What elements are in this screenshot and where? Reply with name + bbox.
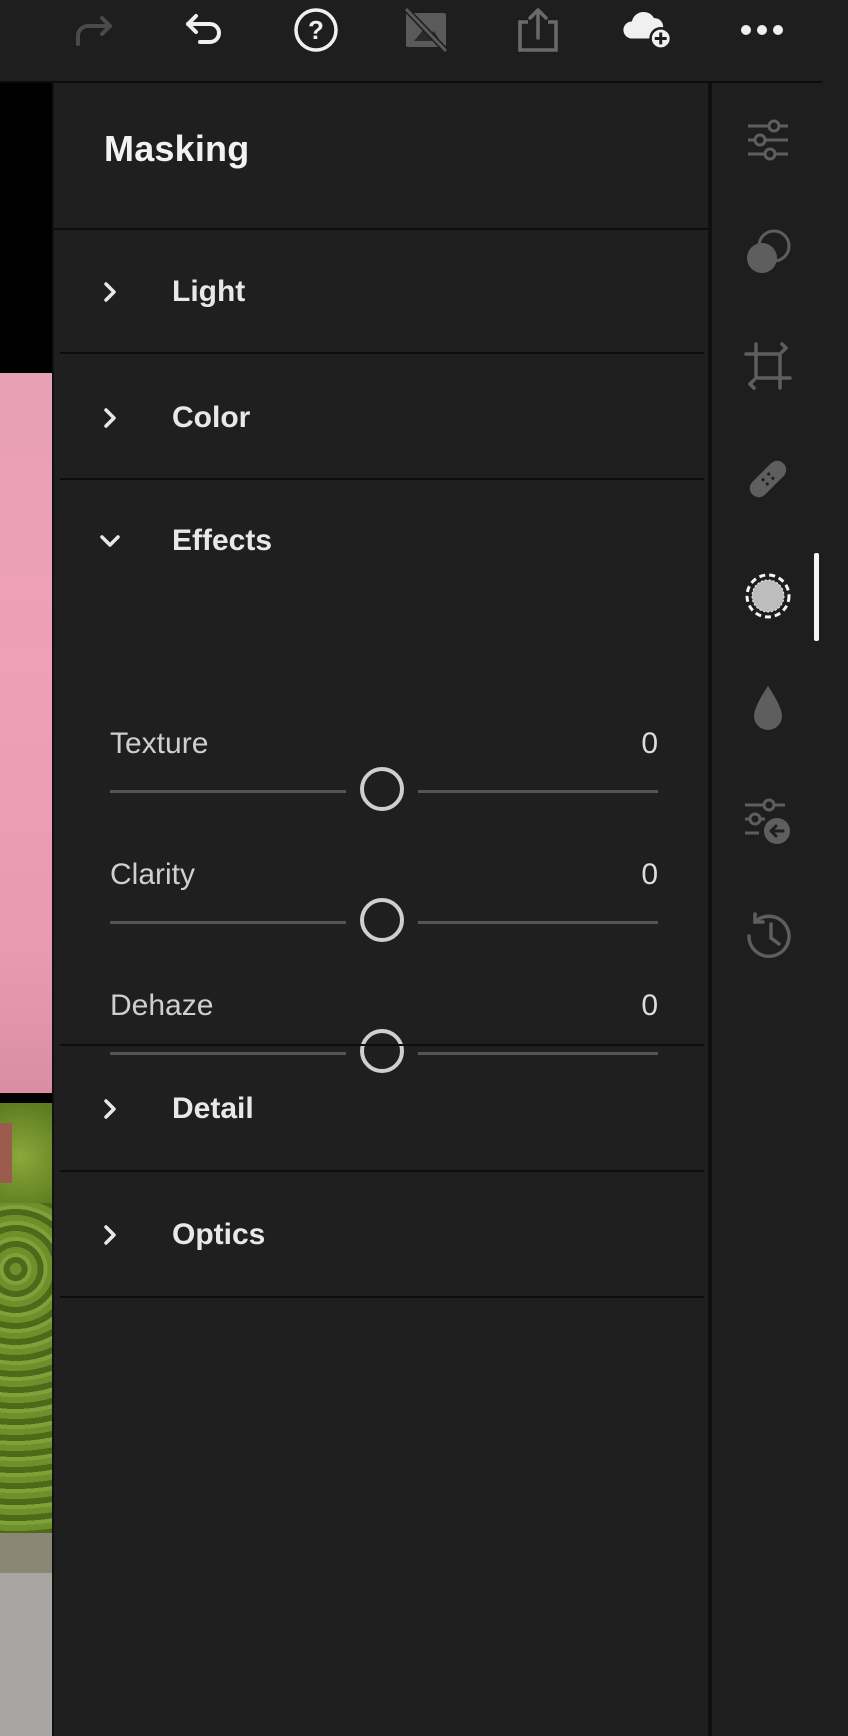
photo-preview[interactable] [0,83,52,1736]
section-label: Effects [172,524,273,557]
tool-rail [712,83,848,1736]
chevron-down-icon [100,535,120,547]
clarity-slider[interactable]: Clarity 0 [110,858,658,978]
section-color[interactable]: Color [54,356,708,480]
divider [60,1296,704,1298]
slider-value[interactable]: 0 [641,727,658,761]
compare-off-icon[interactable] [398,4,454,56]
masking-icon[interactable] [740,568,796,624]
active-tool-indicator [814,553,819,641]
slider-value[interactable]: 0 [641,989,658,1023]
chevron-right-icon [104,1099,116,1119]
slider-thumb[interactable] [360,767,404,811]
history-icon[interactable] [740,908,796,964]
slider-label: Texture [110,727,209,760]
crop-icon[interactable] [740,338,796,394]
photo-pink-wall [0,373,52,1093]
section-label: Detail [172,1092,254,1125]
photo-road [0,1573,52,1736]
presets-icon[interactable] [740,224,796,280]
section-optics[interactable]: Optics [54,1172,708,1298]
section-light[interactable]: Light [54,230,708,354]
section-detail[interactable]: Detail [54,1046,708,1172]
versions-icon[interactable] [740,795,796,851]
divider [60,352,704,354]
svg-text:?: ? [308,15,324,45]
photo-curb [0,1533,52,1573]
color-drop-icon[interactable] [740,680,796,736]
redo-icon[interactable] [64,4,120,56]
cloud-add-icon[interactable] [620,4,676,56]
top-toolbar: ? [0,0,848,83]
section-label: Optics [172,1218,266,1251]
chevron-right-icon [104,1225,116,1245]
help-icon[interactable]: ? [288,4,344,56]
slider-label: Dehaze [110,989,214,1022]
chevron-right-icon [104,408,116,428]
photo-hedge [0,1203,52,1533]
divider [60,478,704,480]
undo-icon[interactable] [176,4,232,56]
share-icon[interactable] [510,4,566,56]
slider-thumb[interactable] [360,898,404,942]
slider-label: Clarity [110,858,196,891]
texture-slider[interactable]: Texture 0 [110,727,658,847]
edit-sliders-icon[interactable] [740,112,796,168]
section-effects[interactable]: Effects [54,482,708,600]
section-label: Light [172,275,246,308]
photo-brick [0,1123,12,1183]
masking-panel: Masking Light Color Effects Texture 0 Cl… [52,83,710,1736]
section-label: Color [172,401,251,434]
panel-title: Masking [104,128,250,169]
more-icon[interactable] [734,4,790,56]
chevron-right-icon [104,282,116,302]
healing-icon[interactable] [740,451,796,507]
slider-value[interactable]: 0 [641,858,658,892]
